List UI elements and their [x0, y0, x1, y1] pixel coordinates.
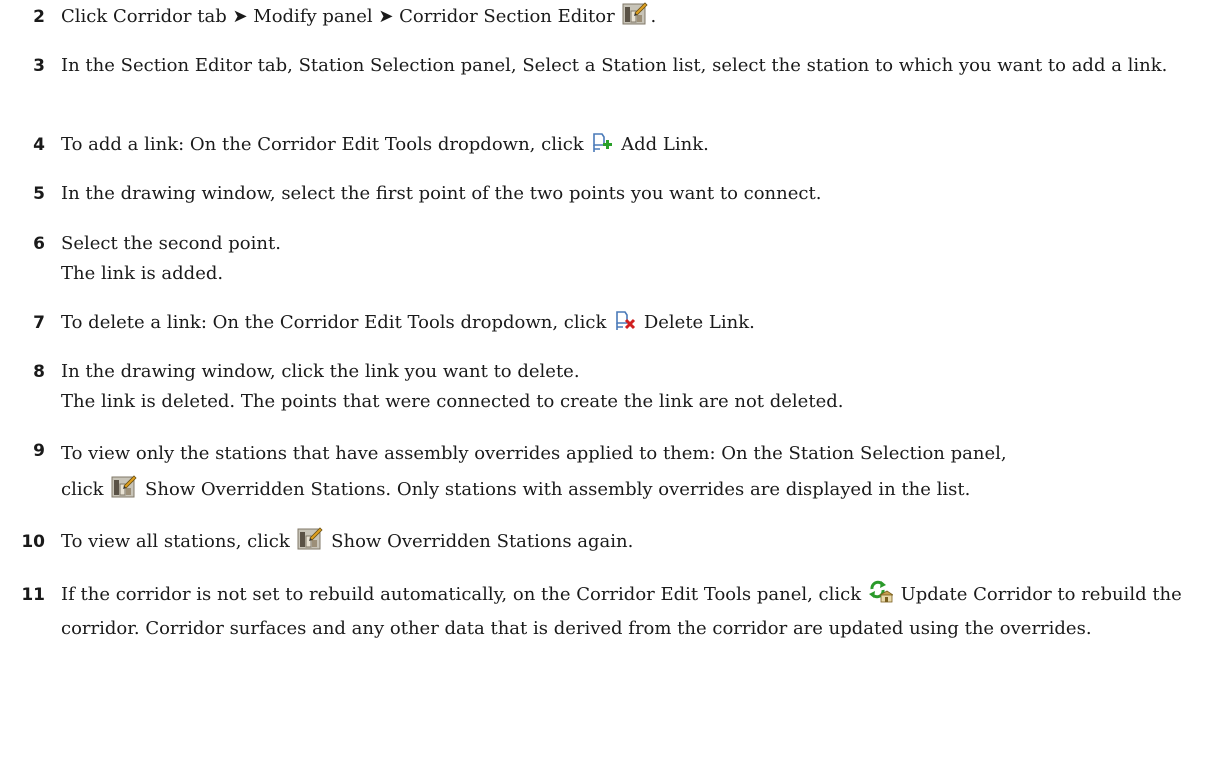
step-text-pre: click	[61, 479, 110, 500]
step-number: 6	[33, 234, 45, 254]
step-text: In the drawing window, click the link yo…	[61, 361, 580, 382]
step-number: 2	[33, 7, 45, 27]
step-7: 7 To delete a link: On the Corridor Edit…	[0, 308, 1209, 342]
show-overridden-stations-icon	[297, 527, 324, 561]
step-number: 11	[21, 585, 45, 605]
step-text-end: .	[650, 6, 657, 27]
step-2: 2 Click Corridor tab ➤ Modify panel ➤ Co…	[0, 2, 1209, 36]
step-text: To add a link: On the Corridor Edit Tool…	[61, 134, 590, 155]
step-number: 10	[21, 532, 45, 552]
step-result: The link is added.	[61, 263, 224, 284]
step-text: To delete a link: On the Corridor Edit T…	[61, 312, 613, 333]
step-text: To view only the stations that have asse…	[61, 443, 1007, 464]
step-text: In the drawing window, select the first …	[61, 183, 822, 204]
step-text: To view all stations, click	[61, 531, 296, 552]
add-link-icon	[591, 132, 613, 164]
step-8: 8 In the drawing window, click the link …	[0, 357, 1209, 417]
step-5: 5 In the drawing window, select the firs…	[0, 179, 1209, 209]
step-text-end: Delete Link.	[638, 312, 755, 333]
step-text: In the Section Editor tab, Station Selec…	[61, 55, 1168, 76]
step-3: 3 In the Section Editor tab, Station Sel…	[0, 51, 1209, 81]
delete-link-icon	[614, 310, 636, 342]
step-number: 9	[33, 441, 45, 461]
step-9: 9 To view only the stations that have as…	[0, 436, 1209, 512]
step-number: 7	[33, 313, 45, 333]
step-text: If the corridor is not set to rebuild au…	[61, 584, 867, 605]
step-number: 5	[33, 184, 45, 204]
step-text-end: Show Overridden Stations again.	[325, 531, 634, 552]
step-4: 4 To add a link: On the Corridor Edit To…	[0, 130, 1209, 164]
update-corridor-icon	[868, 580, 895, 614]
document-page: 2 Click Corridor tab ➤ Modify panel ➤ Co…	[0, 0, 1209, 762]
step-text: Click Corridor tab ➤ Modify panel ➤ Corr…	[61, 6, 621, 27]
show-overridden-stations-icon	[111, 475, 137, 512]
step-result: The link is deleted. The points that wer…	[61, 391, 844, 412]
step-text: Select the second point.	[61, 233, 281, 254]
step-6: 6 Select the second point. The link is a…	[0, 229, 1209, 289]
step-text-end: Show Overridden Stations. Only stations …	[139, 479, 971, 500]
step-11: 11 If the corridor is not set to rebuild…	[0, 580, 1209, 644]
step-number: 4	[33, 135, 45, 155]
step-number: 8	[33, 362, 45, 382]
step-10: 10 To view all stations, click Show Over…	[0, 527, 1209, 561]
step-number: 3	[33, 56, 45, 76]
corridor-section-editor-icon	[622, 2, 649, 36]
step-text-end: Add Link.	[615, 134, 709, 155]
